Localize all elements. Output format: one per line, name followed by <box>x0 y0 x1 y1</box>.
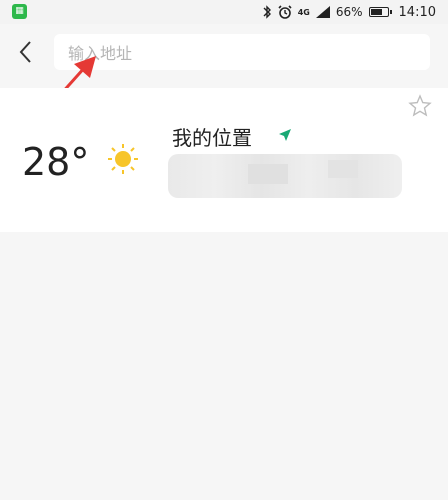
location-card[interactable]: 28° 我的位置 <box>0 88 448 232</box>
blurred-address <box>168 154 402 198</box>
network-label: 4G <box>297 7 310 17</box>
sun-icon <box>108 144 138 174</box>
back-button[interactable] <box>10 34 42 70</box>
clock: 14:10 <box>398 4 436 20</box>
status-bar: ▦ 4G 66% 14:10 <box>0 0 448 24</box>
temperature: 28° <box>22 140 90 184</box>
signal-icon <box>315 6 330 18</box>
status-icons: 4G 66% 14:10 <box>262 0 436 24</box>
battery-icon <box>368 7 392 17</box>
favorite-button[interactable] <box>408 94 432 118</box>
location-title: 我的位置 <box>172 126 252 150</box>
back-icon <box>19 41 31 63</box>
star-icon <box>408 94 432 117</box>
search-box[interactable] <box>54 34 430 72</box>
address-search-input[interactable] <box>66 34 410 72</box>
bluetooth-icon <box>263 5 271 19</box>
navigation-arrow-icon <box>279 129 291 141</box>
battery-percent: 66% <box>335 5 363 19</box>
app-notification-icon: ▦ <box>12 4 27 19</box>
alarm-icon <box>278 5 292 19</box>
